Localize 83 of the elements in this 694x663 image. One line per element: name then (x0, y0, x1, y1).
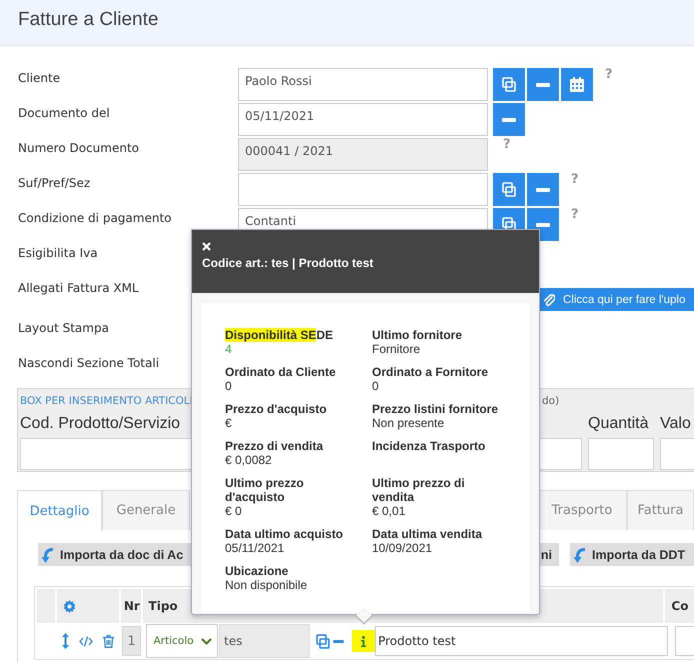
field-label: Layout Stampa (18, 320, 109, 336)
description-field[interactable]: Prodotto test (375, 626, 668, 656)
field-label: Prezzo listini fornitore (372, 402, 498, 416)
minus-icon (536, 222, 550, 226)
paperclip-icon (543, 292, 555, 306)
text-field[interactable] (238, 173, 488, 206)
field-value: € (225, 416, 232, 430)
help-icon[interactable]: ? (605, 67, 613, 101)
popover-title: Codice art.: tes | Prodotto test (202, 256, 374, 270)
field-value: 4 (225, 342, 232, 356)
field-value: Non disponibile (225, 578, 308, 592)
field-label: Prezzo d'acquisto (225, 402, 327, 416)
field-label: Allegati Fattura XML (18, 280, 139, 296)
field-value: Fornitore (372, 342, 420, 356)
copy-icon (502, 182, 516, 197)
page-title: Fatture a Cliente (18, 9, 158, 31)
upload-button[interactable]: Clicca qui per fare l'uplo (538, 288, 694, 311)
column-header: Nr (120, 589, 141, 623)
field-value: Non presente (372, 416, 444, 430)
field-label: Nascondi Sezione Totali (18, 355, 160, 371)
field-label: Ultimo prezzo di vendita (372, 476, 466, 504)
field-value: 0 (225, 379, 232, 393)
quantity-field[interactable] (588, 438, 654, 470)
field-label: Esigibilita Iva (18, 245, 98, 261)
field-value: 0 (372, 379, 379, 393)
field-label: Ordinato a Fornitore (372, 365, 488, 379)
field-value: € 0,01 (372, 504, 406, 518)
field-label: Data ultimo acquisto (225, 527, 344, 541)
minus-icon (536, 82, 550, 86)
tab[interactable]: Dettaglio (17, 490, 102, 531)
field-label: Condizione di pagamento (18, 210, 172, 226)
text-field[interactable]: Paolo Rossi (238, 68, 488, 101)
text-field[interactable]: 05/11/2021 (238, 103, 488, 136)
box-hint: do) (542, 394, 560, 409)
field-label: Documento del (18, 105, 110, 121)
field-label: Suf/Pref/Sez (18, 175, 90, 191)
field-label: Prezzo di vendita (225, 439, 324, 453)
field-label: Incidenza Trasporto (372, 439, 486, 453)
calendar-icon (570, 77, 584, 92)
text-field[interactable]: 000041 / 2021 (238, 138, 488, 171)
field-label: Ultimo prezzo d'acquisto (225, 476, 305, 504)
minus-icon (536, 188, 550, 192)
tab[interactable]: Trasporto (537, 490, 627, 530)
field-value: € 0,0082 (225, 453, 272, 467)
trash-icon[interactable] (103, 634, 114, 648)
field-label: Ordinato da Cliente (225, 365, 336, 379)
field-value: € 0 (225, 504, 242, 518)
column-label: Valo (660, 414, 691, 434)
calendar-button[interactable] (561, 68, 593, 101)
code-icon[interactable] (79, 636, 93, 646)
chevron-down-icon (200, 638, 212, 644)
import-button[interactable]: Importa da DDT (570, 543, 694, 566)
box-title: BOX PER INSERIMENTO ARTICOLI (20, 395, 193, 407)
text-field[interactable] (675, 626, 694, 656)
type-select[interactable]: Articolo (146, 624, 218, 658)
code-field[interactable]: tes (219, 624, 310, 658)
column-label: Quantità (588, 414, 648, 434)
tab[interactable]: Fattura (627, 490, 694, 530)
field-value: 10/09/2021 (372, 541, 432, 555)
curved-arrow-icon (41, 546, 55, 564)
field-label: Ultimo fornitore (372, 328, 462, 342)
field-label: Cliente (18, 70, 60, 86)
info-button[interactable] (352, 630, 376, 652)
settings-icon[interactable] (62, 600, 76, 612)
close-icon[interactable] (202, 242, 211, 251)
import-button[interactable]: ni (538, 543, 559, 566)
help-icon[interactable]: ? (503, 137, 511, 171)
tab[interactable]: Generale (102, 490, 190, 530)
info-icon (361, 636, 366, 646)
curved-arrow-icon (573, 546, 587, 564)
copy-icon[interactable] (316, 634, 330, 648)
help-icon[interactable]: ? (571, 207, 579, 241)
field-label: Ubicazione (225, 564, 288, 578)
column-label: Cod. Prodotto/Servizio (20, 414, 180, 434)
row-number: 1 (122, 626, 142, 656)
up-down-arrow-icon[interactable] (62, 633, 69, 649)
minus-icon[interactable] (333, 640, 344, 642)
help-icon[interactable]: ? (571, 172, 579, 206)
column-header: Co (665, 589, 694, 623)
copy-icon (502, 77, 516, 92)
field-label: Data ultima vendita (372, 527, 482, 541)
field-label: Numero Documento (18, 140, 139, 156)
minus-icon (502, 118, 516, 122)
